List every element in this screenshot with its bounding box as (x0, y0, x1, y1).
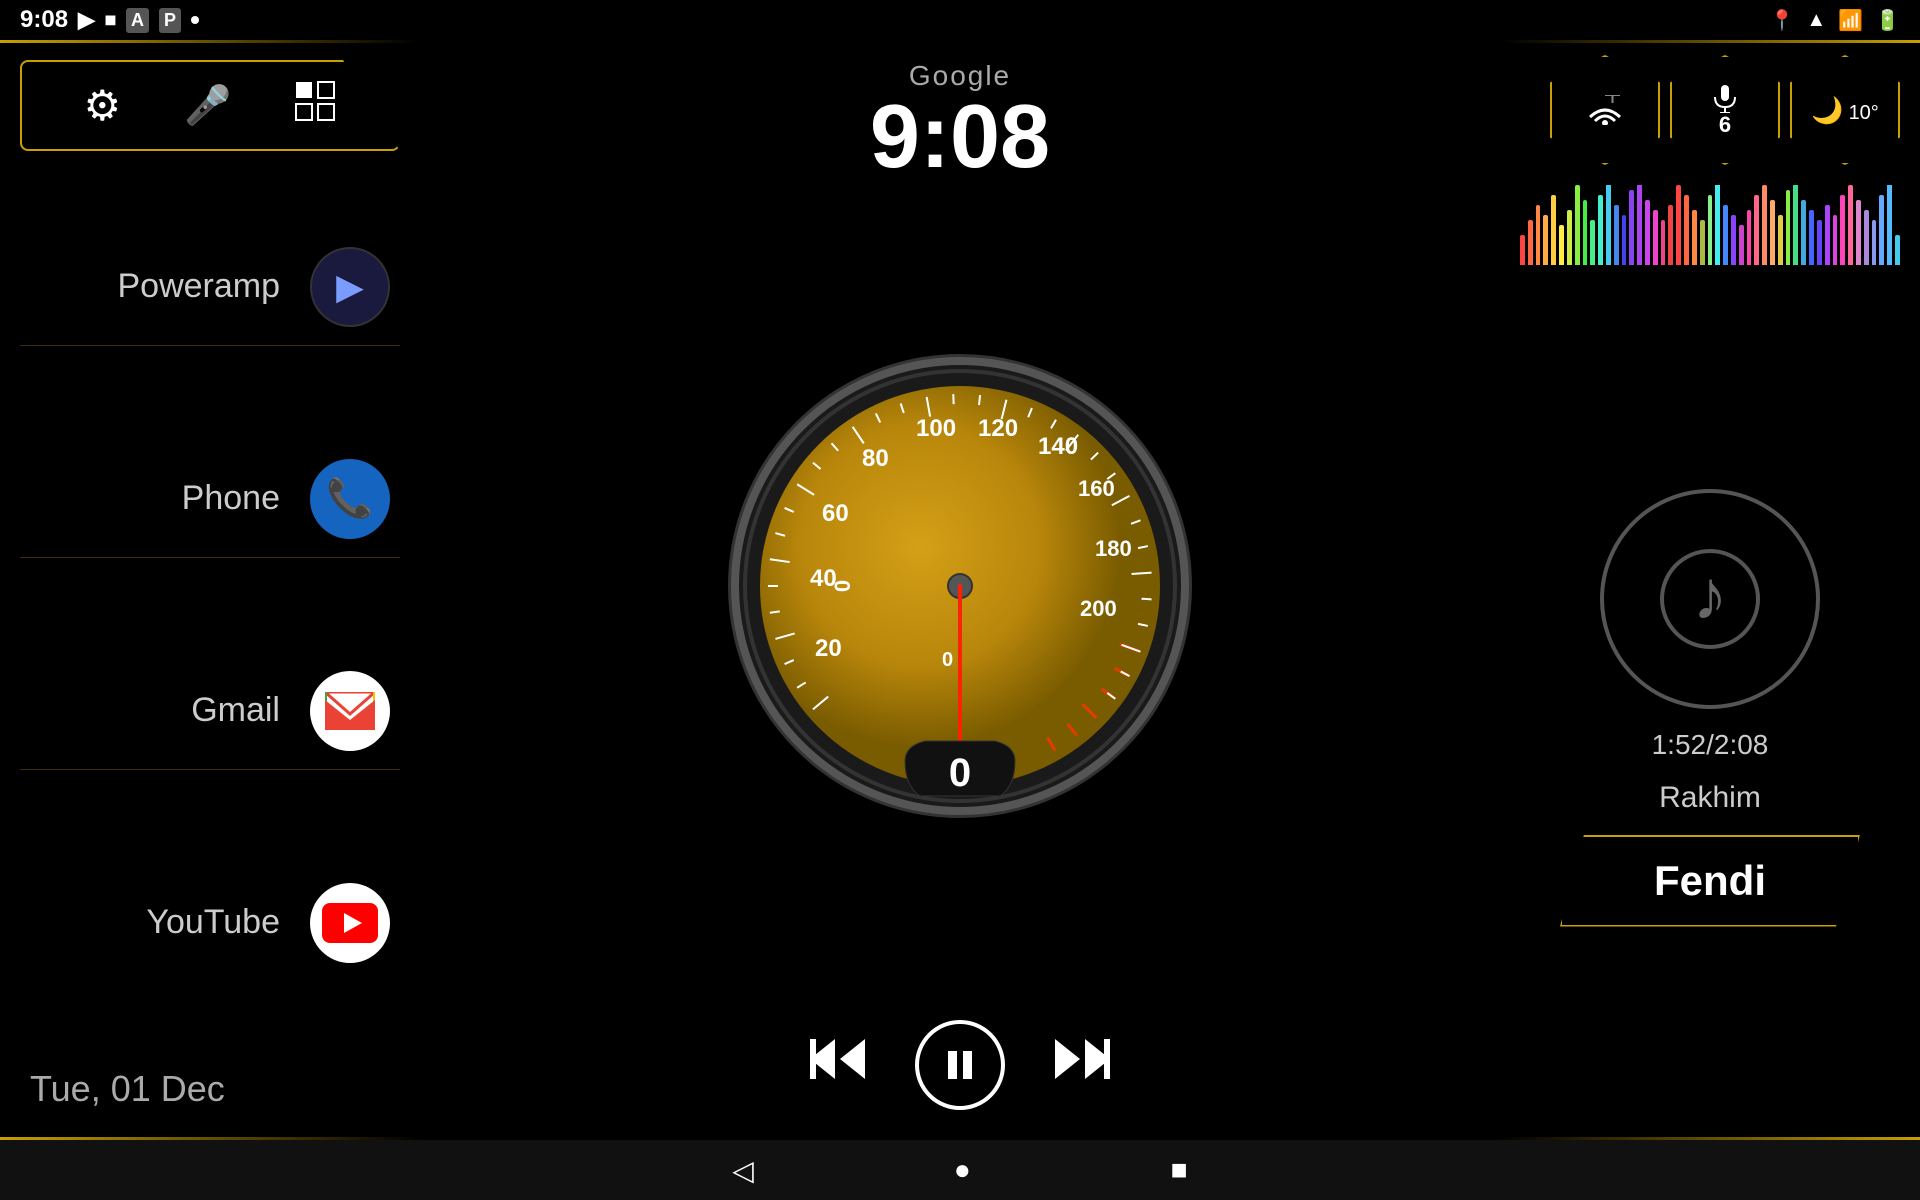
svg-text:80: 80 (862, 445, 889, 472)
app-label-youtube: YouTube (146, 903, 280, 942)
stop-icon: ⏹ (105, 7, 116, 33)
main-content: ⚙ 🎤 Poweramp ▶ Phone (0, 40, 1920, 1140)
speedometer-svg: 0 20 40 60 80 100 120 140 160 180 200 0 (720, 346, 1200, 826)
track-title: Fendi (1560, 835, 1860, 927)
signal-icon: 📶 (1838, 8, 1863, 33)
time-value: 9:08 (870, 92, 1050, 182)
svg-text:♪: ♪ (1693, 556, 1728, 634)
svg-text:20: 20 (815, 635, 842, 662)
app-item-youtube[interactable]: YouTube (20, 865, 400, 981)
widget-weather[interactable]: 🌙 10° (1790, 55, 1900, 165)
widgets-bar: 6 🌙 10° (1500, 40, 1920, 175)
app-item-gmail[interactable]: Gmail (20, 653, 400, 770)
svg-text:160: 160 (1078, 476, 1115, 501)
center-panel: Google 9:08 (420, 40, 1500, 1140)
status-left: 9:08 ▶ ⏹ A P (20, 6, 199, 34)
toolbar: ⚙ 🎤 (20, 60, 400, 151)
left-panel: ⚙ 🎤 Poweramp ▶ Phone (0, 40, 420, 1140)
music-player: ♪ 1:52/2:08 Rakhim Fendi (1500, 275, 1920, 1140)
track-artist: Rakhim (1659, 781, 1761, 815)
app-icon-youtube[interactable] (310, 883, 390, 963)
music-icon: ♪ (1600, 489, 1820, 709)
svg-text:140: 140 (1038, 433, 1078, 460)
pause-button[interactable] (915, 1020, 1005, 1110)
home-button[interactable]: ● (954, 1154, 971, 1186)
status-bar: 9:08 ▶ ⏹ A P 📍 ▲ 📶 🔋 (0, 0, 1920, 40)
time-display: Google 9:08 (870, 40, 1050, 192)
nav-bar: ◁ ● ■ (0, 1140, 1920, 1200)
widget-mic[interactable]: 6 (1670, 55, 1780, 165)
recents-button[interactable]: ■ (1171, 1154, 1188, 1186)
app-label-poweramp: Poweramp (117, 267, 280, 306)
app-label-gmail: Gmail (191, 691, 280, 730)
apps-icon[interactable] (294, 80, 336, 131)
back-button[interactable]: ◁ (732, 1154, 754, 1187)
playback-controls (805, 1000, 1115, 1140)
widget-wifi[interactable] (1550, 55, 1660, 165)
svg-text:120: 120 (978, 415, 1018, 442)
app-icon-poweramp[interactable]: ▶ (310, 247, 390, 327)
parking-icon: P (159, 8, 181, 33)
svg-text:200: 200 (1080, 596, 1117, 621)
widget-mic-value: 6 (1719, 112, 1731, 137)
app-item-phone[interactable]: Phone 📞 (20, 441, 400, 558)
svg-text:40: 40 (810, 565, 837, 592)
app-item-poweramp[interactable]: Poweramp ▶ (20, 229, 400, 346)
play-icon: ▶ (78, 7, 95, 33)
app-label-phone: Phone (182, 479, 280, 518)
next-button[interactable] (1055, 1034, 1115, 1096)
svg-text:100: 100 (916, 415, 956, 442)
dot-icon (191, 16, 199, 24)
date-display: Tue, 01 Dec (0, 1048, 420, 1140)
svg-text:180: 180 (1095, 536, 1132, 561)
prev-button[interactable] (805, 1034, 865, 1096)
track-time: 1:52/2:08 (1652, 729, 1769, 761)
location-icon: 📍 (1769, 8, 1794, 33)
speed-value: 0 (949, 751, 971, 795)
widget-temp: 10° (1849, 102, 1879, 124)
app-icon-gmail[interactable] (310, 671, 390, 751)
speedometer-container: 0 20 40 60 80 100 120 140 160 180 200 0 (720, 172, 1200, 1000)
battery-icon: 🔋 (1875, 8, 1900, 33)
svg-text:0: 0 (942, 649, 953, 671)
svg-text:60: 60 (822, 500, 849, 527)
wifi-status-icon: ▲ (1806, 9, 1826, 32)
app-icon-phone[interactable]: 📞 (310, 459, 390, 539)
app-list: Poweramp ▶ Phone 📞 Gmail (0, 161, 420, 1048)
a-icon: A (126, 8, 149, 33)
date-text: Tue, 01 Dec (30, 1068, 225, 1109)
right-panel: 6 🌙 10° ♪ 1:52/2:08 Rakhim F (1500, 40, 1920, 1140)
mic-icon[interactable]: 🎤 (184, 84, 231, 128)
status-time: 9:08 (20, 6, 68, 34)
settings-icon[interactable]: ⚙ (84, 81, 122, 130)
status-right: 📍 ▲ 📶 🔋 (1769, 8, 1900, 33)
equalizer (1520, 185, 1900, 265)
